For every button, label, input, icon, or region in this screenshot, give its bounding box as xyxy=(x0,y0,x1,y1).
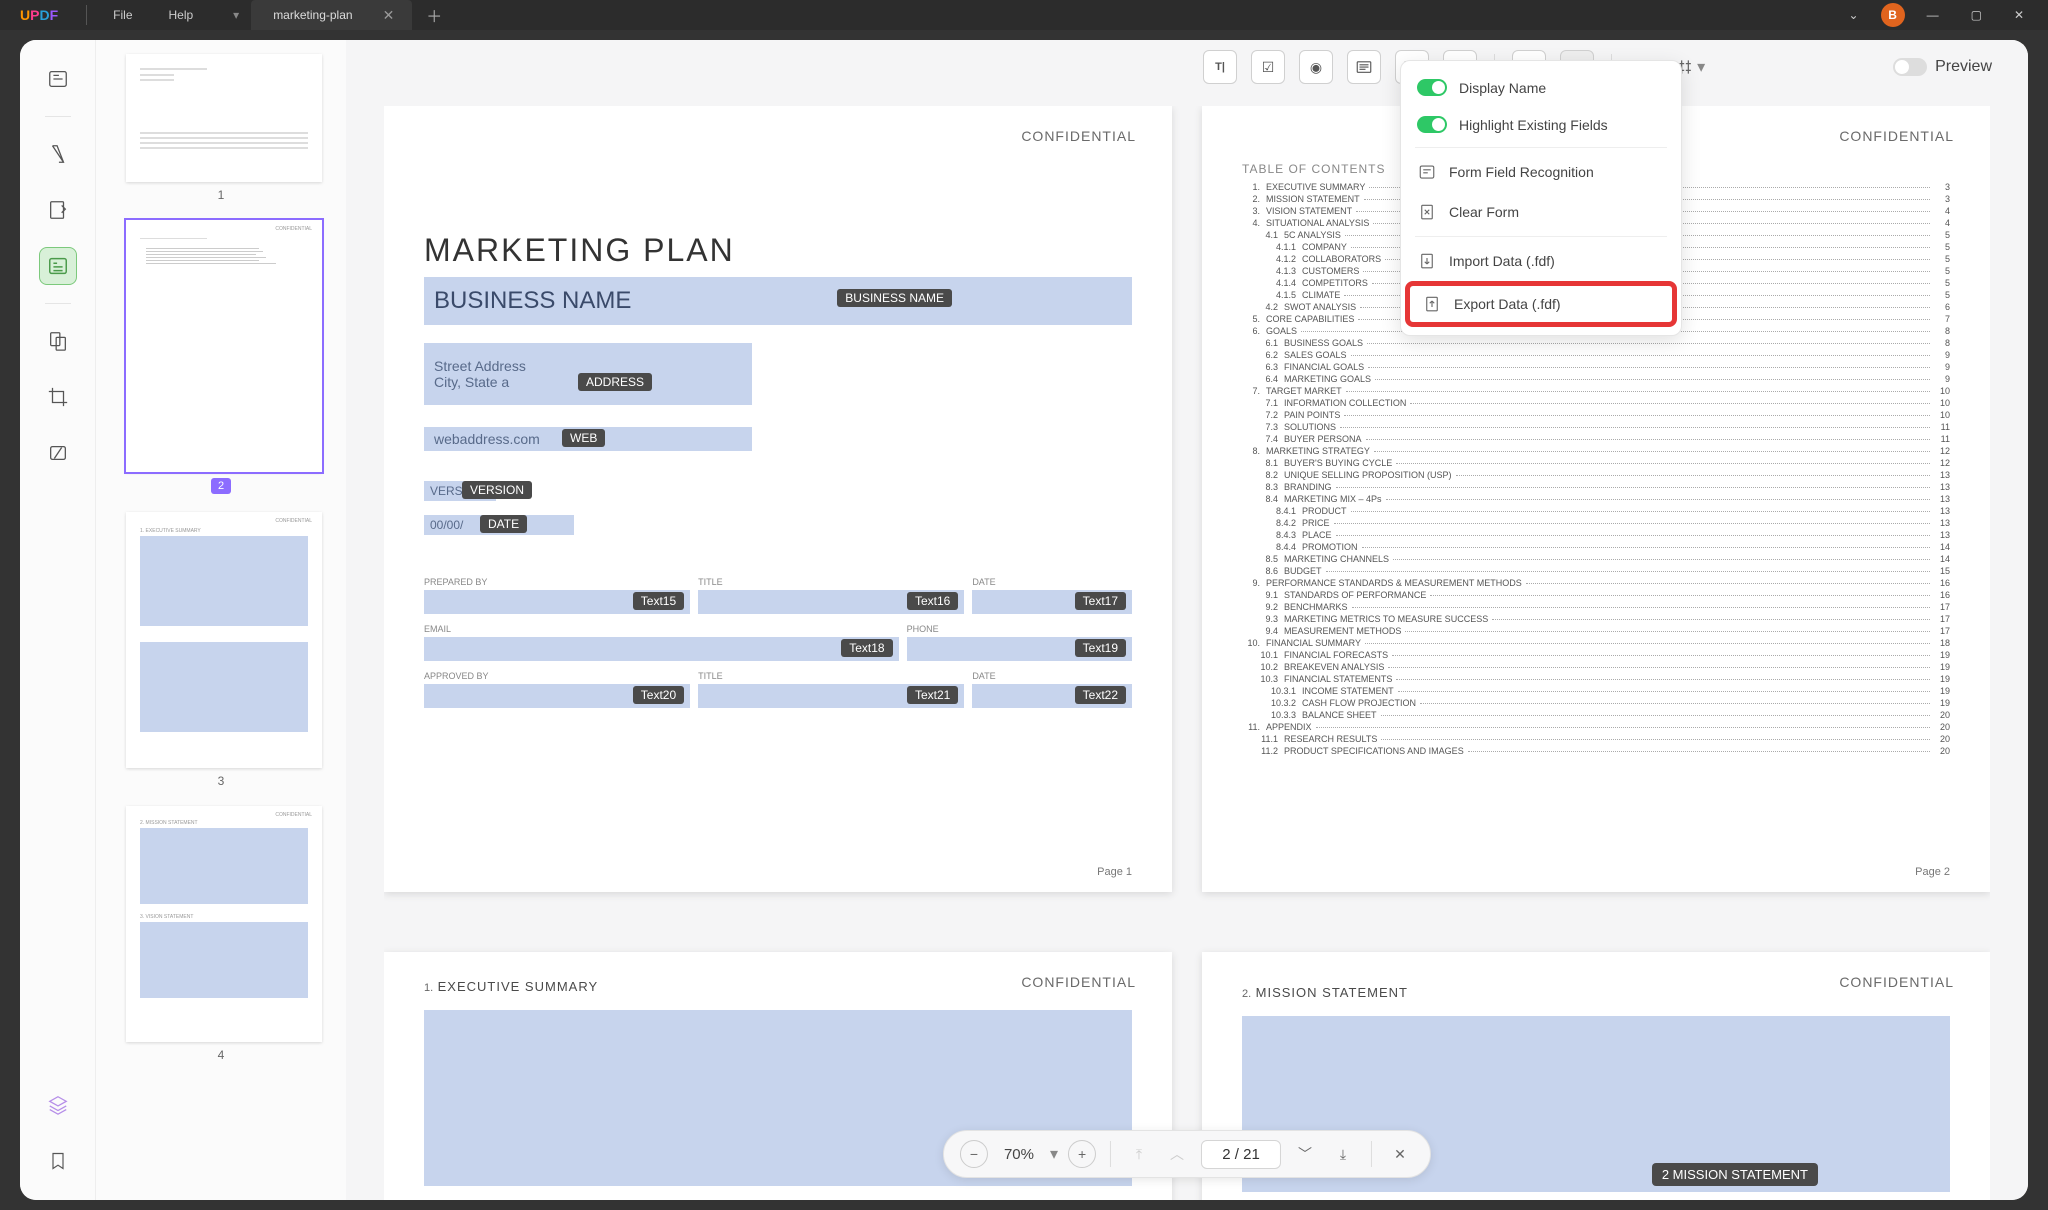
email-field[interactable]: Text18 xyxy=(424,637,899,661)
date-field-2[interactable]: Text17 xyxy=(972,590,1132,614)
bookmark-icon[interactable] xyxy=(39,1142,77,1180)
address-field[interactable]: Street AddressCity, State a ADDRESS xyxy=(424,343,752,405)
left-tool-rail xyxy=(20,40,96,1200)
field-tag: BUSINESS NAME xyxy=(837,289,952,307)
import-icon xyxy=(1417,251,1437,271)
title-field-2[interactable]: Text21 xyxy=(698,684,964,708)
crop-tool-icon[interactable] xyxy=(39,378,77,416)
clear-form-icon xyxy=(1417,202,1437,222)
thumb-number: 2 xyxy=(211,478,231,494)
menu-file[interactable]: File xyxy=(95,8,150,22)
menu-clear-form[interactable]: Clear Form xyxy=(1401,192,1681,232)
date-field-3[interactable]: Text22 xyxy=(972,684,1132,708)
form-settings-menu: Display Name Highlight Existing Fields F… xyxy=(1400,60,1682,336)
page-control-bar: − 70% ▾ + ⤒ ︿ 2 / 21 ﹀ ⤓ ✕ xyxy=(943,1130,1431,1178)
window-minimize-icon[interactable]: — xyxy=(1917,2,1949,28)
menu-form-recognition[interactable]: Form Field Recognition xyxy=(1401,152,1681,192)
web-field[interactable]: webaddress.com WEB xyxy=(424,427,752,451)
field-tooltip: 2 MISSION STATEMENT xyxy=(1652,1163,1818,1186)
page-1: CONFIDENTIAL MARKETING PLAN BUSINESS NAM… xyxy=(384,106,1172,892)
radio-tool[interactable]: ◉ xyxy=(1299,50,1333,84)
menu-import-data[interactable]: Import Data (.fdf) xyxy=(1401,241,1681,281)
zoom-dropdown-icon[interactable]: ▾ xyxy=(1050,1144,1058,1164)
title-field[interactable]: Text16 xyxy=(698,590,964,614)
form-tool-icon[interactable] xyxy=(39,247,77,285)
close-tab-icon[interactable]: ✕ xyxy=(383,7,395,24)
zoom-level: 70% xyxy=(1004,1146,1034,1163)
page-number: Page 2 xyxy=(1915,866,1950,878)
thumbnail-panel: 1 CONFIDENTIAL 2 CONFIDE xyxy=(96,40,346,1200)
confidential-label: CONFIDENTIAL xyxy=(1839,128,1954,144)
edit-tool-icon[interactable] xyxy=(39,191,77,229)
menu-export-data[interactable]: Export Data (.fdf) xyxy=(1410,286,1672,322)
window-maximize-icon[interactable]: ▢ xyxy=(1961,2,1992,28)
menu-export-highlighted: Export Data (.fdf) xyxy=(1405,281,1677,327)
tab-list-dropdown[interactable]: ▾ xyxy=(221,2,251,28)
confidential-label: CONFIDENTIAL xyxy=(1839,974,1954,990)
text-field-tool[interactable]: T| xyxy=(1203,50,1237,84)
form-recognition-icon xyxy=(1417,162,1437,182)
dropdown-tool[interactable] xyxy=(1347,50,1381,84)
user-avatar[interactable]: B xyxy=(1881,3,1905,27)
document-tab[interactable]: marketing-plan ✕ xyxy=(251,0,412,30)
menu-highlight-fields[interactable]: Highlight Existing Fields xyxy=(1401,106,1681,143)
first-page-button[interactable]: ⤒ xyxy=(1125,1140,1153,1168)
thumbnail-4[interactable]: CONFIDENTIAL 2. MISSION STATEMENT 3. VIS… xyxy=(126,806,316,1062)
page-input[interactable]: 2 / 21 xyxy=(1201,1140,1281,1169)
comment-tool-icon[interactable] xyxy=(39,135,77,173)
menu-display-name[interactable]: Display Name xyxy=(1401,69,1681,106)
preview-toggle[interactable]: Preview xyxy=(1893,58,1992,76)
business-name-field[interactable]: BUSINESS NAME BUSINESS NAME xyxy=(424,277,1132,325)
tab-title: marketing-plan xyxy=(273,8,352,22)
phone-field[interactable]: Text19 xyxy=(907,637,1132,661)
prev-page-button[interactable]: ︿ xyxy=(1163,1140,1191,1168)
thumb-number: 4 xyxy=(126,1048,316,1062)
chevron-down-icon[interactable]: ⌄ xyxy=(1839,2,1869,28)
reader-tool-icon[interactable] xyxy=(39,60,77,98)
thumbnail-1[interactable]: 1 xyxy=(126,54,316,202)
app-logo: UPDF xyxy=(20,7,58,23)
app-frame: 1 CONFIDENTIAL 2 CONFIDE xyxy=(20,40,2028,1200)
menu-help[interactable]: Help xyxy=(151,8,212,22)
field-tag: WEB xyxy=(562,429,605,447)
close-bar-button[interactable]: ✕ xyxy=(1386,1140,1414,1168)
page-title: MARKETING PLAN xyxy=(424,232,1132,269)
prepared-by-field[interactable]: Text15 xyxy=(424,590,690,614)
confidential-label: CONFIDENTIAL xyxy=(1021,974,1136,990)
organize-tool-icon[interactable] xyxy=(39,322,77,360)
redact-tool-icon[interactable] xyxy=(39,434,77,472)
thumbnail-2[interactable]: CONFIDENTIAL 2 xyxy=(126,220,316,494)
layers-icon[interactable] xyxy=(39,1086,77,1124)
thumb-number: 1 xyxy=(126,188,316,202)
field-tag: ADDRESS xyxy=(578,373,652,391)
titlebar: UPDF File Help ▾ marketing-plan ✕ ＋ ⌄ B … xyxy=(0,0,2048,30)
checkbox-tool[interactable]: ☑ xyxy=(1251,50,1285,84)
confidential-label: CONFIDENTIAL xyxy=(1021,128,1136,144)
new-tab-button[interactable]: ＋ xyxy=(426,3,442,27)
thumbnail-3[interactable]: CONFIDENTIAL 1. EXECUTIVE SUMMARY 3 xyxy=(126,512,316,788)
window-close-icon[interactable]: ✕ xyxy=(2004,2,2034,28)
next-page-button[interactable]: ﹀ xyxy=(1291,1140,1319,1168)
zoom-out-button[interactable]: − xyxy=(960,1140,988,1168)
version-field[interactable]: VERSVERSION xyxy=(424,481,496,501)
zoom-in-button[interactable]: + xyxy=(1068,1140,1096,1168)
last-page-button[interactable]: ⤓ xyxy=(1329,1140,1357,1168)
date-field[interactable]: 00/00/DATE xyxy=(424,515,574,535)
thumb-number: 3 xyxy=(126,774,316,788)
document-canvas: T| ☑ ◉ OK ▤ ▦ ▾ ▾ Preview CONFIDENTIAL M… xyxy=(346,40,2028,1200)
export-icon xyxy=(1422,294,1442,314)
approved-by-field[interactable]: Text20 xyxy=(424,684,690,708)
page-number: Page 1 xyxy=(1097,866,1132,878)
